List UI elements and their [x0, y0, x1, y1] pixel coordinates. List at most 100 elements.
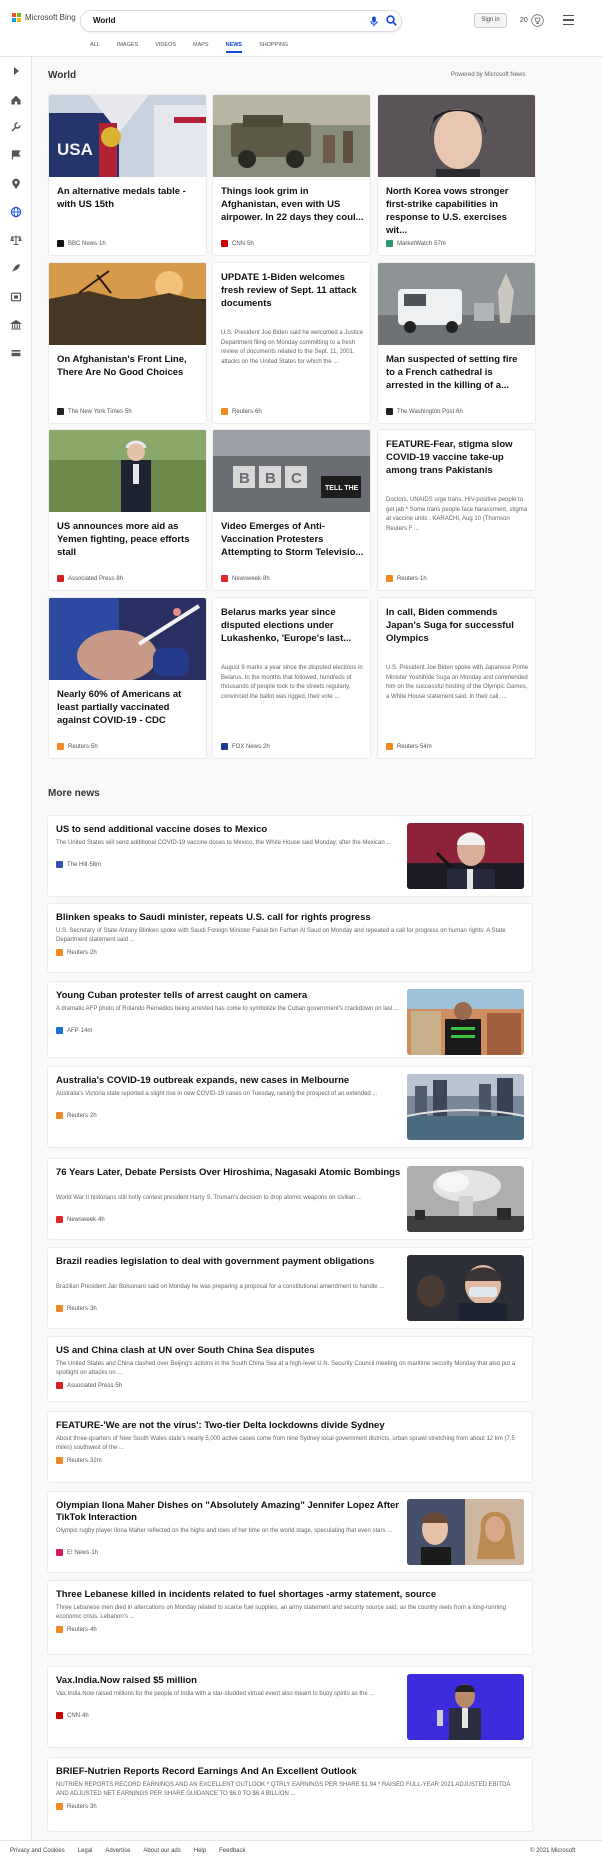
more-news-source[interactable]: E! News · 1h: [56, 1549, 98, 1556]
more-news-source[interactable]: Newsweek · 4h: [56, 1216, 105, 1223]
more-news-title[interactable]: FEATURE-'We are not the virus': Two-tier…: [56, 1420, 524, 1432]
news-card-title[interactable]: North Korea vows stronger first-strike c…: [386, 185, 529, 237]
news-card[interactable]: Man suspected of setting fire to a Frenc…: [377, 262, 536, 424]
more-news-title[interactable]: US to send additional vaccine doses to M…: [56, 824, 401, 836]
tab-videos[interactable]: VIDEOS: [155, 42, 176, 53]
news-card-source[interactable]: Reuters · 1h: [386, 575, 427, 582]
news-card-title[interactable]: Belarus marks year since disputed electi…: [221, 606, 364, 645]
more-news-image[interactable]: [407, 1674, 524, 1740]
more-news-image[interactable]: [407, 1166, 524, 1232]
news-card-title[interactable]: An alternative medals table - with US 15…: [57, 185, 200, 211]
hamburger-menu-icon[interactable]: [563, 15, 574, 28]
footer-link-feedback[interactable]: Feedback: [219, 1848, 245, 1854]
news-card-title[interactable]: On Afghanistan's Front Line, There Are N…: [57, 353, 200, 379]
more-news-source[interactable]: Reuters · 32m: [56, 1457, 102, 1464]
news-card-image[interactable]: B B C TELL THE: [213, 430, 370, 512]
location-icon[interactable]: [10, 178, 22, 190]
news-card[interactable]: FEATURE-Fear, stigma slow COVID-19 vacci…: [377, 429, 536, 591]
more-news-image[interactable]: [407, 989, 524, 1055]
more-news-source[interactable]: Reuters · 2h: [56, 1112, 97, 1119]
more-news-item[interactable]: Brazil readies legislation to deal with …: [47, 1247, 533, 1329]
more-news-item[interactable]: Blinken speaks to Saudi minister, repeat…: [47, 903, 533, 973]
news-card-image[interactable]: [49, 263, 206, 345]
news-card-title[interactable]: Nearly 60% of Americans at least partial…: [57, 688, 200, 727]
news-card[interactable]: UPDATE 1-Biden welcomes fresh review of …: [212, 262, 371, 424]
more-news-title[interactable]: BRIEF-Nutrien Reports Record Earnings An…: [56, 1766, 524, 1778]
more-news-image[interactable]: [407, 1255, 524, 1321]
search-icon[interactable]: [386, 15, 397, 26]
scales-icon[interactable]: [10, 234, 22, 246]
news-card[interactable]: Things look grim in Afghanistan, even wi…: [212, 94, 371, 256]
news-card-image[interactable]: [49, 598, 206, 682]
sign-in-button[interactable]: Sign in: [474, 13, 507, 28]
home-icon[interactable]: [10, 94, 22, 106]
tab-images[interactable]: IMAGES: [117, 42, 138, 53]
news-card[interactable]: Belarus marks year since disputed electi…: [212, 597, 371, 759]
more-news-title[interactable]: Vax.India.Now raised $5 million: [56, 1675, 401, 1687]
news-card[interactable]: North Korea vows stronger first-strike c…: [377, 94, 536, 256]
more-news-source[interactable]: Reuters · 3h: [56, 1803, 97, 1810]
card-icon[interactable]: [10, 347, 22, 359]
news-card-image[interactable]: [378, 263, 535, 345]
news-card-source[interactable]: The Washington Post · 6h: [386, 408, 463, 415]
news-card[interactable]: In call, Biden commends Japan's Suga for…: [377, 597, 536, 759]
more-news-title[interactable]: 76 Years Later, Debate Persists Over Hir…: [56, 1167, 401, 1179]
rocket-icon[interactable]: [10, 262, 22, 274]
more-news-source[interactable]: Reuters · 4h: [56, 1626, 97, 1633]
more-news-item[interactable]: FEATURE-'We are not the virus': Two-tier…: [47, 1411, 533, 1483]
news-card-source[interactable]: CNN · 5h: [221, 240, 254, 247]
news-card-title[interactable]: Things look grim in Afghanistan, even wi…: [221, 185, 364, 224]
more-news-title[interactable]: US and China clash at UN over South Chin…: [56, 1345, 524, 1357]
tools-icon[interactable]: [10, 121, 22, 133]
flag-icon[interactable]: [10, 149, 22, 161]
search-input[interactable]: [93, 16, 343, 25]
more-news-image[interactable]: [407, 823, 524, 889]
more-news-title[interactable]: Olympian Ilona Maher Dishes on "Absolute…: [56, 1500, 401, 1524]
more-news-title[interactable]: Three Lebanese killed in incidents relat…: [56, 1589, 524, 1601]
more-news-image[interactable]: [407, 1499, 524, 1565]
news-card-title[interactable]: FEATURE-Fear, stigma slow COVID-19 vacci…: [386, 438, 529, 477]
news-card[interactable]: On Afghanistan's Front Line, There Are N…: [48, 262, 207, 424]
more-news-item[interactable]: Three Lebanese killed in incidents relat…: [47, 1580, 533, 1655]
more-news-item[interactable]: US to send additional vaccine doses to M…: [47, 815, 533, 897]
more-news-source[interactable]: The Hill · 58m: [56, 861, 101, 868]
footer-link-help[interactable]: Help: [194, 1848, 206, 1854]
more-news-item[interactable]: BRIEF-Nutrien Reports Record Earnings An…: [47, 1757, 533, 1832]
more-news-title[interactable]: Young Cuban protester tells of arrest ca…: [56, 990, 401, 1002]
news-card-image[interactable]: [213, 95, 370, 177]
more-news-source[interactable]: CNN · 4h: [56, 1712, 89, 1719]
news-card-source[interactable]: The New York Times · 5h: [57, 408, 132, 415]
more-news-item[interactable]: Vax.India.Now raised $5 million Vax.India…: [47, 1666, 533, 1748]
news-card[interactable]: B B C TELL THE Video Emerges of Anti-Vaccina…: [212, 429, 371, 591]
more-news-item[interactable]: US and China clash at UN over South Chin…: [47, 1336, 533, 1402]
news-card[interactable]: USA An alternative medals table - with US…: [48, 94, 207, 256]
news-card-title[interactable]: US announces more aid as Yemen fighting,…: [57, 520, 200, 559]
news-card-source[interactable]: BBC News · 1h: [57, 240, 106, 247]
news-card-source[interactable]: Reuters · 5h: [57, 743, 98, 750]
tab-all[interactable]: ALL: [90, 42, 100, 53]
tab-shopping[interactable]: SHOPPING: [259, 42, 288, 53]
news-card-image[interactable]: [378, 95, 535, 177]
more-news-title[interactable]: Blinken speaks to Saudi minister, repeat…: [56, 912, 524, 924]
more-news-item[interactable]: Olympian Ilona Maher Dishes on "Absolute…: [47, 1491, 533, 1573]
news-card[interactable]: Nearly 60% of Americans at least partial…: [48, 597, 207, 759]
news-card-source[interactable]: Newsweek · 8h: [221, 575, 270, 582]
more-news-item[interactable]: Young Cuban protester tells of arrest ca…: [47, 981, 533, 1058]
footer-link-advertise[interactable]: Advertise: [105, 1848, 130, 1854]
news-card-source[interactable]: Associated Press · 8h: [57, 575, 123, 582]
footer-link-privacy-and-cookies[interactable]: Privacy and Cookies: [10, 1848, 65, 1854]
more-news-title[interactable]: Australia's COVID-19 outbreak expands, n…: [56, 1075, 401, 1087]
more-news-item[interactable]: Australia's COVID-19 outbreak expands, n…: [47, 1066, 533, 1148]
news-card-title[interactable]: In call, Biden commends Japan's Suga for…: [386, 606, 529, 645]
news-card-title[interactable]: UPDATE 1-Biden welcomes fresh review of …: [221, 271, 364, 310]
news-card-source[interactable]: Reuters · 6h: [221, 408, 262, 415]
news-card[interactable]: US announces more aid as Yemen fighting,…: [48, 429, 207, 591]
rewards-button[interactable]: 20: [520, 14, 544, 27]
more-news-source[interactable]: Reuters · 2h: [56, 949, 97, 956]
tab-maps[interactable]: MAPS: [193, 42, 209, 53]
footer-link-legal[interactable]: Legal: [78, 1848, 93, 1854]
news-card-source[interactable]: Reuters · 54m: [386, 743, 432, 750]
news-card-image[interactable]: [49, 430, 206, 512]
more-news-source[interactable]: AFP · 14m: [56, 1027, 92, 1034]
more-news-source[interactable]: Associated Press · 5h: [56, 1382, 122, 1389]
